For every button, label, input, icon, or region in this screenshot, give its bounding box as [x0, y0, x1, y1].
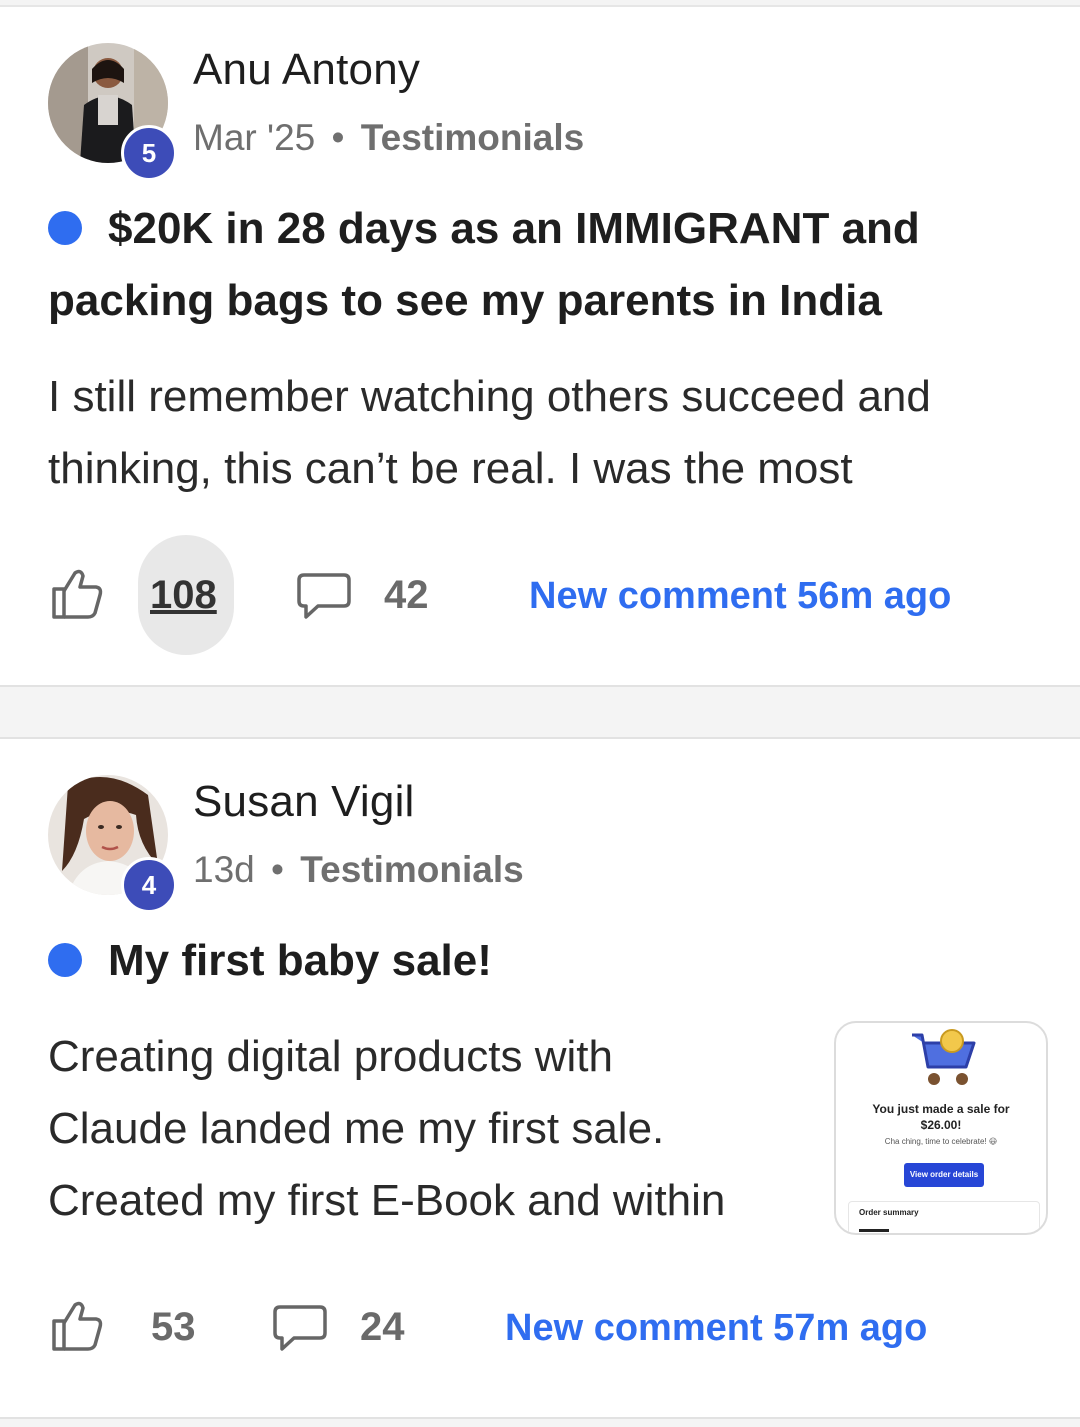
sale-subtext: Cha ching, time to celebrate! 😃 [884, 1137, 998, 1146]
post-actions: 108 42 New comment 56m ago [48, 535, 1048, 655]
post-actions: 53 24 New comment 57m ago [48, 1267, 1048, 1387]
post-card[interactable]: 4 Susan Vigil 13d • Testimonials My firs… [0, 737, 1080, 1419]
summary-underline [859, 1229, 889, 1232]
attachment-thumbnail[interactable]: You just made a sale for $26.00! Cha chi… [834, 1021, 1048, 1235]
post-meta: 13d • Testimonials [193, 849, 524, 891]
author-name[interactable]: Anu Antony [193, 45, 420, 95]
meta-separator: • [271, 849, 284, 890]
new-comment-link[interactable]: New comment 56m ago [529, 575, 951, 618]
thumbs-up-icon[interactable] [48, 565, 104, 621]
meta-separator: • [331, 117, 345, 158]
comment-bubble-icon[interactable] [272, 1303, 328, 1353]
excerpt-line: Claude landed me my first sale. [48, 1104, 665, 1153]
sale-amount: $26.00! [920, 1118, 962, 1132]
post-meta: Mar '25 • Testimonials [193, 117, 584, 159]
level-badge: 5 [121, 125, 177, 181]
post-title[interactable]: $20K in 28 days as an IMMIGRANT and pack… [48, 193, 1038, 337]
like-count[interactable]: 53 [151, 1305, 196, 1350]
sale-message: You just made a sale for $26.00! [836, 1101, 1046, 1133]
excerpt-line: Creating digital products with [48, 1032, 613, 1081]
order-summary-box: Order summary [848, 1201, 1040, 1233]
post-card[interactable]: 5 Anu Antony Mar '25 • Testimonials $20K… [0, 7, 1080, 687]
post-title-text: My first baby sale! [108, 936, 492, 985]
comment-count[interactable]: 24 [360, 1305, 405, 1350]
post-date: Mar '25 [193, 117, 316, 158]
category-link[interactable]: Testimonials [361, 117, 584, 158]
author-avatar[interactable]: 5 [48, 43, 177, 181]
sale-line: You just made a sale for [872, 1102, 1010, 1116]
post-title-text: $20K in 28 days as an IMMIGRANT and pack… [48, 204, 920, 325]
view-order-button: View order details [904, 1163, 984, 1187]
category-link[interactable]: Testimonials [300, 849, 523, 890]
post-title[interactable]: My first baby sale! [48, 925, 1038, 997]
post-excerpt[interactable]: I still remember watching others succeed… [48, 361, 931, 505]
order-summary-label: Order summary [859, 1208, 919, 1217]
post-excerpt[interactable]: Creating digital products with Claude la… [48, 1021, 725, 1237]
excerpt-line: thinking, this can’t be real. I was the … [48, 444, 853, 493]
level-badge: 4 [121, 857, 177, 913]
new-comment-link[interactable]: New comment 57m ago [505, 1307, 927, 1350]
feed: 5 Anu Antony Mar '25 • Testimonials $20K… [0, 0, 1080, 1427]
comment-count[interactable]: 42 [384, 573, 429, 618]
unread-dot-icon [48, 943, 82, 977]
shopping-cart-icon [912, 1029, 976, 1085]
thumbs-up-icon[interactable] [48, 1297, 104, 1353]
author-name[interactable]: Susan Vigil [193, 777, 415, 827]
excerpt-line: I still remember watching others succeed… [48, 372, 931, 421]
like-count[interactable]: 108 [150, 573, 217, 618]
unread-dot-icon [48, 211, 82, 245]
comment-bubble-icon[interactable] [296, 571, 352, 621]
post-date: 13d [193, 849, 255, 890]
excerpt-line: Created my first E-Book and within [48, 1176, 726, 1225]
author-avatar[interactable]: 4 [48, 775, 177, 913]
